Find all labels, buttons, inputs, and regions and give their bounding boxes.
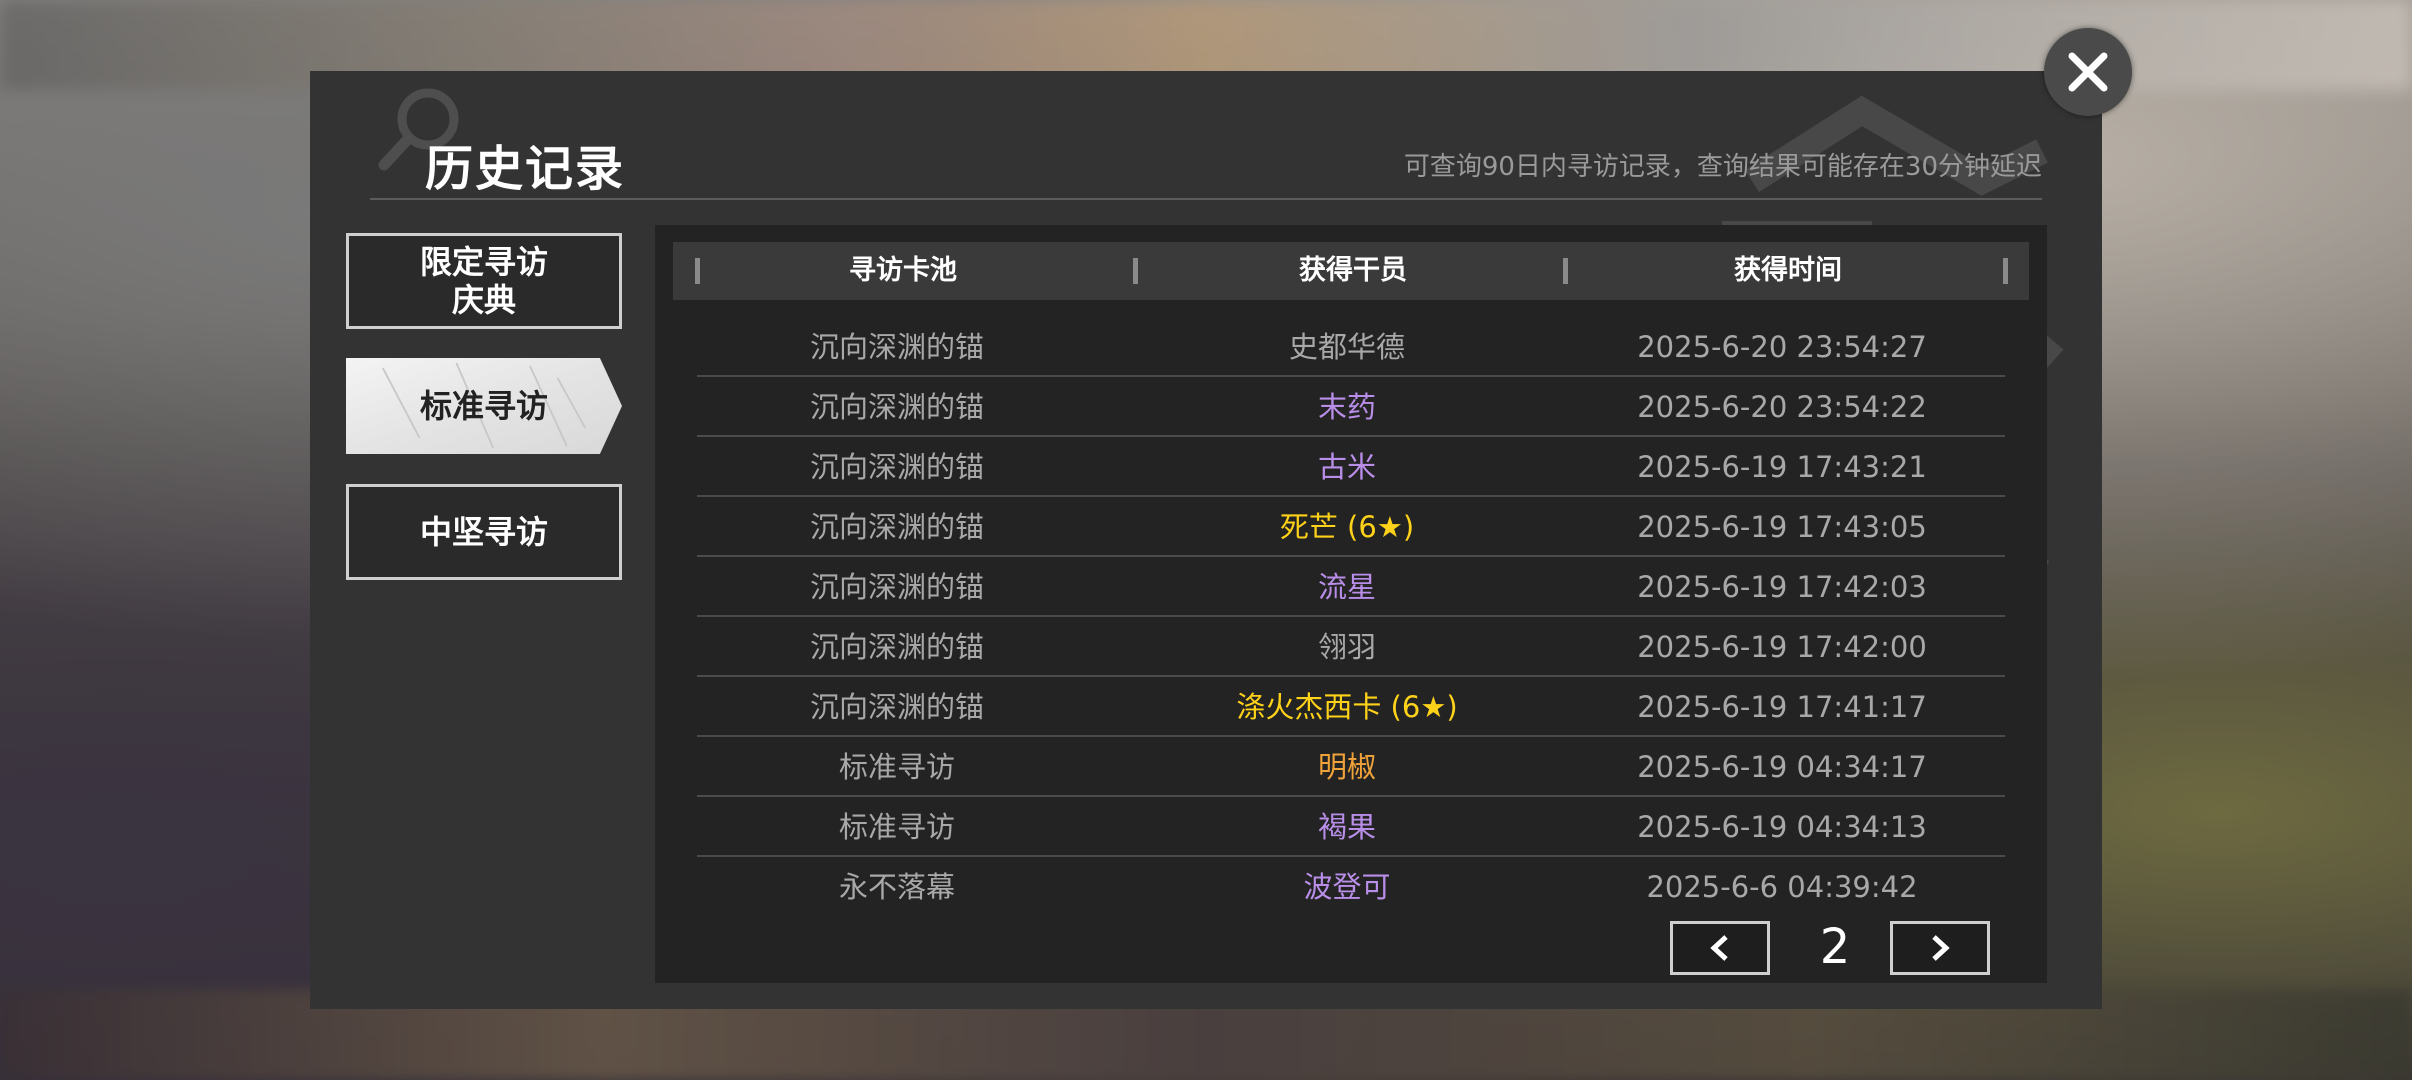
- header-pool: 寻访卡池: [849, 255, 957, 286]
- row-time: 2025-6-6 04:39:42: [1646, 870, 1918, 904]
- table-row: 沉向深渊的锚 死芒 (6★) 2025-6-19 17:43:05: [697, 497, 2005, 557]
- page-number: 2: [1819, 919, 1851, 975]
- table-row: 沉向深渊的锚 流星 2025-6-19 17:42:03: [697, 557, 2005, 617]
- table-row: 沉向深渊的锚 史都华德 2025-6-20 23:54:27: [697, 317, 2005, 377]
- records-list: 沉向深渊的锚 史都华德 2025-6-20 23:54:27 沉向深渊的锚 末药…: [697, 317, 2005, 917]
- table-row: 沉向深渊的锚 古米 2025-6-19 17:43:21: [697, 437, 2005, 497]
- table-row: 沉向深渊的锚 末药 2025-6-20 23:54:22: [697, 377, 2005, 437]
- row-pool: 沉向深渊的锚: [809, 510, 984, 544]
- row-time: 2025-6-19 04:34:13: [1637, 810, 1927, 844]
- header-operator: 获得干员: [1299, 255, 1407, 286]
- records-panel: 寻访卡池 获得干员 获得时间 沉向深渊的锚 史都华德 2025-6-20 23:…: [655, 225, 2047, 983]
- tab-standard[interactable]: 标准寻访: [346, 358, 622, 454]
- row-pool: 沉向深渊的锚: [809, 570, 984, 604]
- row-time: 2025-6-19 17:41:17: [1637, 690, 1927, 724]
- row-operator: 波登可: [1303, 870, 1391, 904]
- row-pool: 标准寻访: [838, 750, 955, 784]
- row-operator: 末药: [1317, 390, 1376, 424]
- close-icon: [2068, 52, 2108, 92]
- row-pool: 沉向深渊的锚: [809, 330, 984, 364]
- header-separator: [695, 258, 700, 284]
- row-time: 2025-6-19 04:34:17: [1637, 750, 1927, 784]
- close-button[interactable]: [2044, 28, 2132, 116]
- prev-page-button[interactable]: [1670, 921, 1770, 975]
- table-row: 永不落幕 波登可 2025-6-6 04:39:42: [697, 857, 2005, 917]
- row-operator: 史都华德: [1288, 330, 1405, 364]
- row-time: 2025-6-19 17:43:21: [1637, 450, 1927, 484]
- row-time: 2025-6-20 23:54:22: [1637, 390, 1927, 424]
- row-pool: 沉向深渊的锚: [809, 630, 984, 664]
- tab-limited-line1: 限定寻访: [419, 242, 548, 281]
- tab-standard-label: 标准寻访: [419, 386, 548, 425]
- table-row: 标准寻访 明椒 2025-6-19 04:34:17: [697, 737, 2005, 797]
- dialog-title: 历史记录: [425, 141, 626, 197]
- tab-limited-line2: 庆典: [451, 281, 516, 319]
- row-pool: 标准寻访: [838, 810, 955, 844]
- row-operator: 死芒 (6★): [1279, 510, 1415, 544]
- chevron-right-icon: [1932, 935, 1950, 961]
- row-time: 2025-6-20 23:54:27: [1637, 330, 1927, 364]
- row-time: 2025-6-19 17:43:05: [1637, 510, 1927, 544]
- row-operator: 褐果: [1317, 810, 1376, 844]
- row-time: 2025-6-19 17:42:00: [1637, 630, 1927, 664]
- row-operator: 流星: [1317, 570, 1376, 604]
- row-operator: 涤火杰西卡 (6★): [1236, 690, 1458, 724]
- tab-limited-celebration[interactable]: 限定寻访 庆典: [346, 233, 622, 329]
- row-operator: 古米: [1317, 450, 1376, 484]
- row-time: 2025-6-19 17:42:03: [1637, 570, 1927, 604]
- tab-core-label: 中坚寻访: [419, 512, 548, 551]
- next-page-button[interactable]: [1890, 921, 1990, 975]
- table-header: 寻访卡池 获得干员 获得时间: [673, 242, 2029, 300]
- row-pool: 沉向深渊的锚: [809, 450, 984, 484]
- chevron-left-icon: [1710, 935, 1728, 961]
- header-separator: [2003, 258, 2008, 284]
- query-notice: 可查询90日内寻访记录，查询结果可能存在30分钟延迟: [1403, 152, 2042, 182]
- row-pool: 永不落幕: [838, 870, 955, 904]
- row-operator: 明椒: [1317, 750, 1376, 784]
- table-row: 沉向深渊的锚 翎羽 2025-6-19 17:42:00: [697, 617, 2005, 677]
- header-time: 获得时间: [1734, 255, 1842, 286]
- tab-core[interactable]: 中坚寻访: [346, 484, 622, 580]
- table-row: 沉向深渊的锚 涤火杰西卡 (6★) 2025-6-19 17:41:17: [697, 677, 2005, 737]
- tab-limited-label: 限定寻访 庆典: [420, 243, 548, 320]
- row-pool: 沉向深渊的锚: [809, 690, 984, 724]
- row-operator: 翎羽: [1317, 630, 1376, 664]
- row-pool: 沉向深渊的锚: [809, 390, 984, 424]
- table-row: 标准寻访 褐果 2025-6-19 04:34:13: [697, 797, 2005, 857]
- title-divider: [370, 198, 2042, 200]
- history-dialog: 历史记录 可查询90日内寻访记录，查询结果可能存在30分钟延迟 限定寻访 庆典 …: [310, 71, 2102, 1009]
